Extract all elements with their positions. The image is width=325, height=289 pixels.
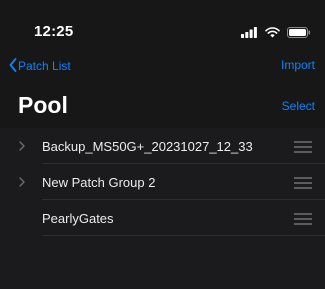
page-title: Pool	[18, 92, 68, 118]
drag-handle-icon[interactable]	[294, 213, 312, 228]
drag-handle-icon[interactable]	[294, 177, 312, 192]
screen: 12:25 Patch List Import Pool Select Back…	[0, 0, 325, 289]
chevron-right-icon[interactable]	[19, 141, 25, 151]
list-item[interactable]: PearlyGates	[0, 200, 325, 236]
battery-icon	[287, 27, 311, 39]
chevron-left-icon	[9, 58, 17, 72]
cellular-signal-icon	[241, 27, 257, 39]
header: 12:25 Patch List Import Pool Select	[0, 0, 325, 128]
wifi-icon	[264, 27, 280, 38]
drag-handle-icon[interactable]	[294, 141, 312, 156]
list-item[interactable]: New Patch Group 2	[0, 164, 325, 200]
list-item-label: New Patch Group 2	[42, 175, 156, 190]
list-item[interactable]: Backup_MS50G+_20231027_12_33	[0, 128, 325, 164]
back-button[interactable]: Patch List	[9, 58, 71, 73]
back-button-label: Patch List	[18, 59, 71, 73]
status-time: 12:25	[34, 23, 74, 40]
list-item-label: Backup_MS50G+_20231027_12_33	[42, 139, 253, 154]
patch-list: Backup_MS50G+_20231027_12_33 New Patch G…	[0, 128, 325, 289]
row-divider	[42, 235, 325, 236]
status-icons	[241, 24, 311, 39]
import-button[interactable]: Import	[281, 58, 315, 72]
select-button[interactable]: Select	[282, 99, 315, 113]
list-item-label: PearlyGates	[42, 211, 114, 226]
chevron-right-icon[interactable]	[19, 177, 25, 187]
